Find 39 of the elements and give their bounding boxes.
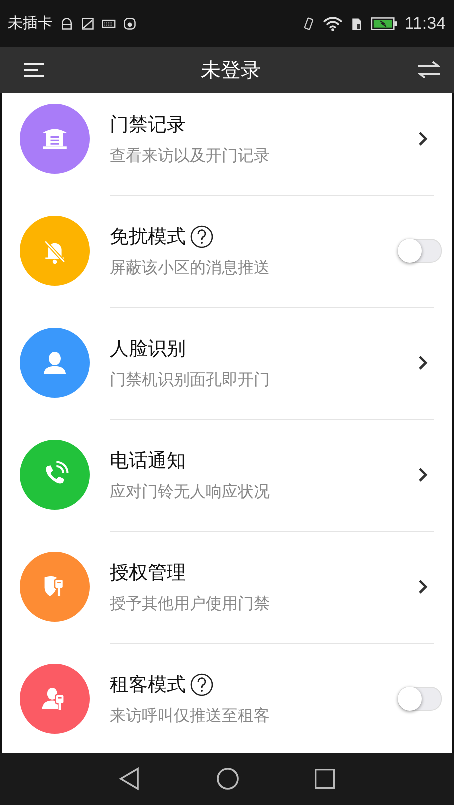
row-title: 租客模式 bbox=[110, 672, 186, 698]
settings-row[interactable]: 电话通知 应对门铃无人响应状况 bbox=[2, 419, 452, 531]
chevron-right-icon bbox=[418, 355, 428, 371]
carrier-text: 未插卡 bbox=[8, 14, 53, 33]
home-icon[interactable] bbox=[216, 767, 240, 791]
sim-icon bbox=[350, 16, 364, 30]
row-description: 应对门铃无人响应状况 bbox=[110, 482, 271, 502]
swap-icon[interactable] bbox=[418, 61, 440, 79]
help-icon[interactable] bbox=[190, 672, 214, 696]
row-description: 屏蔽该小区的消息推送 bbox=[110, 258, 271, 278]
settings-row[interactable]: 免扰模式 屏蔽该小区的消息推送 bbox=[2, 195, 452, 307]
back-icon[interactable] bbox=[118, 767, 142, 791]
toggle-switch[interactable] bbox=[398, 687, 442, 711]
row-description: 来访呼叫仅推送至租客 bbox=[110, 706, 271, 726]
row-title: 门禁记录 bbox=[110, 112, 186, 138]
recents-icon[interactable] bbox=[314, 768, 336, 790]
row-description: 授予其他用户使用门禁 bbox=[110, 594, 271, 614]
row-title: 人脸识别 bbox=[110, 336, 186, 362]
clock-text: 11:34 bbox=[404, 14, 446, 34]
row-description: 查看来访以及开门记录 bbox=[110, 146, 271, 166]
wifi-icon bbox=[322, 16, 343, 32]
page-title: 未登录 bbox=[201, 56, 261, 84]
toggle-switch[interactable] bbox=[398, 239, 442, 263]
row-title: 电话通知 bbox=[110, 448, 186, 474]
chevron-right-icon bbox=[418, 579, 428, 595]
settings-row[interactable]: 门禁记录 查看来访以及开门记录 bbox=[2, 93, 452, 195]
row-title: 免扰模式 bbox=[110, 224, 186, 250]
settings-row[interactable]: 人脸识别 门禁机识别面孔即开门 bbox=[2, 307, 452, 419]
help-icon[interactable] bbox=[190, 224, 214, 248]
chevron-right-icon bbox=[418, 131, 428, 147]
app-notification-icon bbox=[123, 16, 137, 30]
battery-icon bbox=[370, 16, 398, 30]
vibrate-icon bbox=[302, 16, 316, 30]
chevron-right-icon bbox=[418, 467, 428, 483]
image-icon bbox=[81, 16, 95, 30]
row-description: 门禁机识别面孔即开门 bbox=[110, 370, 271, 390]
settings-row[interactable]: 授权管理 授予其他用户使用门禁 bbox=[2, 531, 452, 643]
row-title: 授权管理 bbox=[110, 560, 186, 586]
menu-icon[interactable] bbox=[24, 62, 44, 78]
